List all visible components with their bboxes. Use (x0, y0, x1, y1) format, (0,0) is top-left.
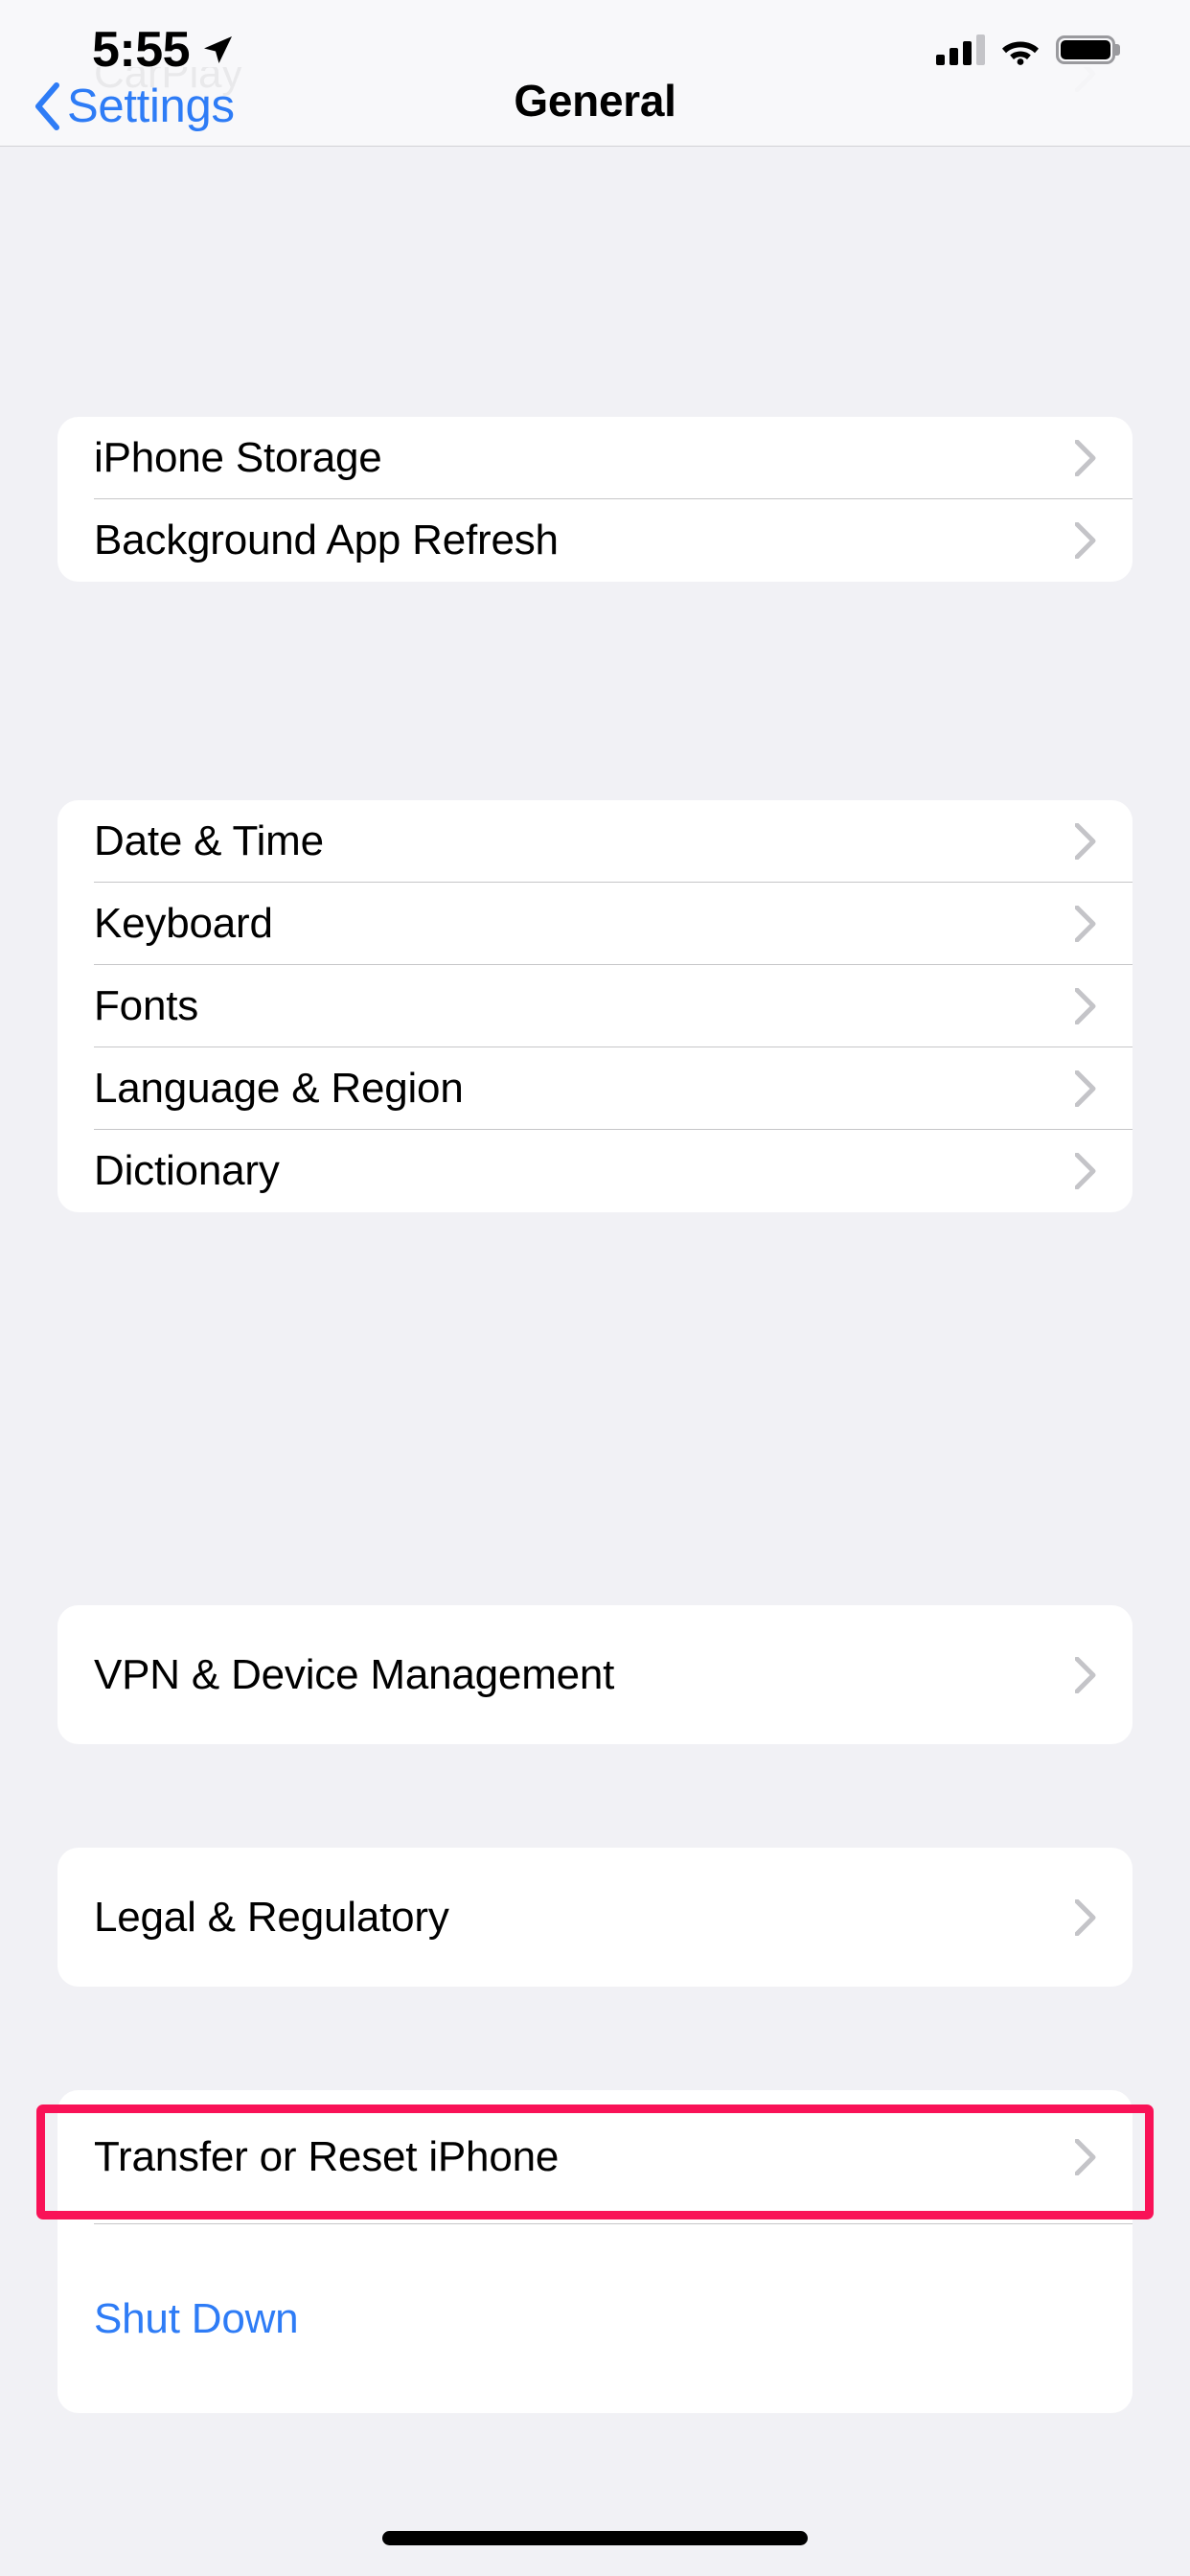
chevron-right-icon (1075, 988, 1096, 1024)
settings-row-legal-regulatory[interactable]: Legal & Regulatory (57, 1848, 1133, 1987)
section-storage: iPhone Storage Background App Refresh (57, 417, 1133, 582)
section-legal: Legal & Regulatory (57, 1848, 1133, 1987)
chevron-right-icon (1075, 440, 1096, 476)
chevron-right-icon (1075, 1898, 1096, 1936)
settings-row-shut-down[interactable]: Shut Down (57, 2224, 1133, 2413)
row-label: Background App Refresh (94, 517, 559, 564)
chevron-right-icon (1075, 1656, 1096, 1693)
chevron-right-icon (1075, 1070, 1096, 1107)
row-label: VPN & Device Management (94, 1650, 615, 1698)
row-label: Shut Down (94, 2294, 299, 2342)
row-label: Language & Region (94, 1065, 464, 1112)
chevron-right-icon (1075, 823, 1096, 860)
status-bar: 5:55 (0, 0, 1190, 100)
cellular-signal-icon (936, 34, 985, 65)
chevron-right-icon (1075, 522, 1096, 559)
wifi-icon (1002, 41, 1039, 65)
row-label: Fonts (94, 982, 199, 1029)
home-indicator (382, 2531, 808, 2545)
row-label: Legal & Regulatory (94, 1893, 449, 1941)
row-label: Date & Time (94, 817, 324, 864)
settings-row-dictionary[interactable]: Dictionary (57, 1130, 1133, 1212)
settings-row-background-app-refresh[interactable]: Background App Refresh (57, 499, 1133, 582)
row-label: Keyboard (94, 900, 273, 947)
row-label: Transfer or Reset iPhone (94, 2133, 560, 2180)
iphone-settings-general-screen: CarPlay iPhone Storage Background App Re… (0, 0, 1190, 2576)
row-label: Dictionary (94, 1147, 280, 1194)
location-arrow-icon (204, 36, 233, 63)
settings-row-keyboard[interactable]: Keyboard (57, 883, 1133, 965)
section-localization: Date & Time Keyboard Fonts Language & Re… (57, 800, 1133, 1212)
settings-row-fonts[interactable]: Fonts (57, 965, 1133, 1047)
settings-row-date-time[interactable]: Date & Time (57, 800, 1133, 883)
chevron-right-icon (1075, 2139, 1096, 2175)
chevron-right-icon (1075, 906, 1096, 942)
row-label: iPhone Storage (94, 434, 382, 481)
settings-row-language-region[interactable]: Language & Region (57, 1047, 1133, 1130)
settings-row-transfer-or-reset-iphone[interactable]: Transfer or Reset iPhone (57, 2090, 1133, 2224)
status-bar-right (936, 34, 1120, 65)
section-vpn: VPN & Device Management (57, 1605, 1133, 1744)
status-bar-left: 5:55 (92, 25, 234, 75)
settings-row-iphone-storage[interactable]: iPhone Storage (57, 417, 1133, 499)
battery-full-icon (1056, 35, 1120, 64)
chevron-right-icon (1075, 1153, 1096, 1189)
section-reset: Transfer or Reset iPhone Shut Down (57, 2090, 1133, 2413)
settings-row-vpn-device-management[interactable]: VPN & Device Management (57, 1605, 1133, 1744)
status-bar-clock: 5:55 (92, 22, 191, 78)
